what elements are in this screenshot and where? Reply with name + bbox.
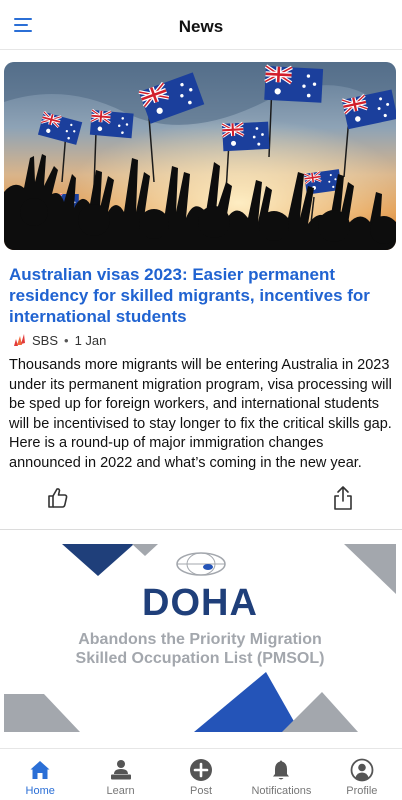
bottom-tab-bar: Home Learn Post Notifications Profile bbox=[0, 748, 402, 800]
post-icon bbox=[190, 759, 213, 781]
article-image[interactable] bbox=[4, 62, 396, 250]
profile-icon bbox=[350, 758, 374, 782]
share-icon[interactable] bbox=[331, 485, 355, 511]
tab-label: Notifications bbox=[251, 785, 312, 797]
tab-label: Learn bbox=[106, 785, 135, 797]
tab-learn[interactable]: Learn bbox=[80, 749, 160, 800]
tab-profile[interactable]: Profile bbox=[322, 749, 402, 800]
article-summary: Thousands more migrants will be entering… bbox=[9, 357, 392, 471]
article-actions bbox=[0, 484, 402, 514]
article-meta: SBS • 1 Jan bbox=[12, 331, 106, 349]
article-title[interactable]: Australian visas 2023: Easier permanent … bbox=[9, 264, 389, 327]
article-date: 1 Jan bbox=[74, 332, 107, 348]
article-source[interactable]: SBS bbox=[32, 333, 58, 348]
like-icon[interactable] bbox=[46, 486, 70, 510]
learn-icon bbox=[110, 760, 131, 780]
promo-title: DOHA bbox=[142, 582, 258, 624]
home-icon bbox=[30, 761, 50, 779]
promo-image[interactable]: DOHA Abandons the Priority Migration Ski… bbox=[4, 544, 396, 748]
meta-separator: • bbox=[64, 332, 69, 348]
tab-home[interactable]: Home bbox=[0, 749, 80, 800]
tab-notifications[interactable]: Notifications bbox=[241, 749, 321, 800]
promo-subtitle-line-2: Skilled Occupation List (PMSOL) bbox=[75, 650, 325, 667]
crowd-with-flags-image bbox=[4, 62, 396, 250]
promo-subtitle: Abandons the Priority Migration Skilled … bbox=[4, 630, 396, 668]
tab-label: Home bbox=[25, 785, 55, 797]
bell-icon bbox=[273, 760, 290, 780]
news-feed[interactable]: Australian visas 2023: Easier permanent … bbox=[0, 50, 402, 748]
top-app-bar: News bbox=[0, 0, 402, 50]
tab-post[interactable]: Post bbox=[161, 749, 241, 800]
sbs-logo-icon bbox=[14, 334, 25, 346]
card-divider bbox=[0, 529, 402, 530]
tab-label: Profile bbox=[346, 785, 378, 797]
tab-label: Post bbox=[190, 785, 213, 797]
page-title: News bbox=[178, 17, 224, 36]
promo-subtitle-line-1: Abandons the Priority Migration bbox=[78, 631, 322, 648]
